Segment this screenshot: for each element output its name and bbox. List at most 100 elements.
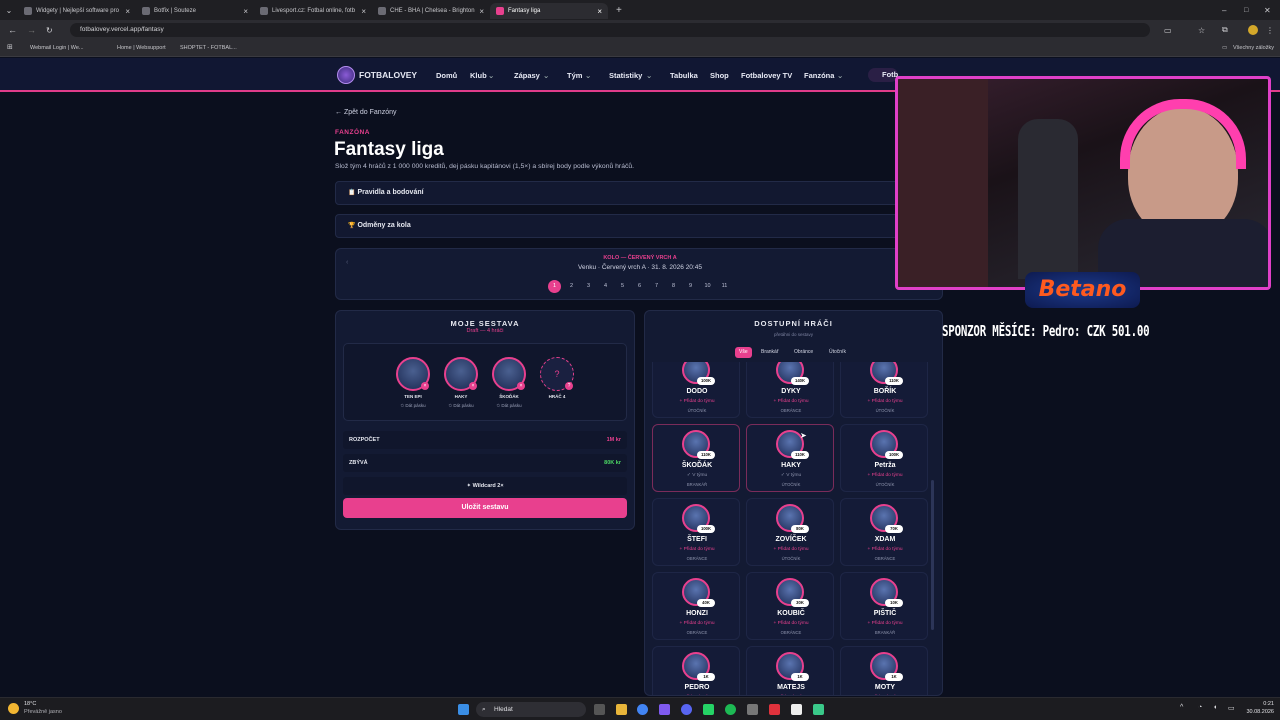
add-to-team-button[interactable]: + Přidat do týmu <box>747 621 835 626</box>
round-number[interactable]: 4 <box>599 280 612 293</box>
app-icon[interactable] <box>813 704 824 715</box>
player-card[interactable]: 80K ZOVÍČEK + Přidat do týmu ÚTOČNÍK <box>746 498 834 566</box>
app-icon[interactable] <box>747 704 758 715</box>
filter-tab[interactable]: Obránce <box>790 347 817 358</box>
weather-temp[interactable]: 18°C <box>24 701 36 707</box>
logo-icon[interactable] <box>337 66 355 84</box>
all-bookmarks[interactable]: Všechny záložky <box>1233 45 1274 51</box>
nav-item-fanzona[interactable]: Fanzóna <box>804 71 834 80</box>
round-number[interactable]: 11 <box>718 280 731 293</box>
player-card[interactable]: 70K XDAM + Přidat do týmu OBRÁNCE <box>840 498 928 566</box>
captain-button[interactable]: ✩ Dát pásku <box>393 403 433 409</box>
nav-item-zapasy[interactable]: Zápasy <box>514 71 540 80</box>
profile-icon[interactable] <box>1248 25 1258 35</box>
discord-icon[interactable] <box>681 704 692 715</box>
apps-icon[interactable]: ⊞ <box>7 43 13 51</box>
new-tab-button[interactable]: + <box>616 5 622 16</box>
nav-item-statistiky[interactable]: Statistiky <box>609 71 642 80</box>
back-icon[interactable]: ← <box>8 25 17 35</box>
add-to-team-button[interactable]: + Přidat do týmu <box>653 621 741 626</box>
close-icon[interactable]: × <box>597 7 602 16</box>
filter-tab[interactable]: Vše <box>735 347 752 358</box>
player-card[interactable]: 100K DODO + Přidat do týmu ÚTOČNÍK <box>652 362 740 418</box>
add-to-team-button[interactable]: + Přidat do týmu <box>841 473 929 478</box>
app-icon[interactable] <box>791 704 802 715</box>
bookmark-item[interactable]: Webmail Login | We... <box>30 45 84 51</box>
star-icon[interactable]: ☆ <box>1198 26 1205 35</box>
minimize-icon[interactable]: – <box>1222 6 1226 15</box>
player-card[interactable]: 100K ŠTEFI + Přidat do týmu OBRÁNCE <box>652 498 740 566</box>
player-card[interactable]: 30K KOUBIČ + Přidat do týmu OBRÁNCE <box>746 572 834 640</box>
nav-item-tv[interactable]: Fotbalovey TV <box>741 71 792 80</box>
browser-tab[interactable]: Botfix | Souteze × <box>136 3 254 19</box>
filter-tab[interactable]: Brankář <box>757 347 783 358</box>
nav-item-tym[interactable]: Tým <box>567 71 582 80</box>
round-number[interactable]: 9 <box>684 280 697 293</box>
close-icon[interactable]: × <box>361 7 366 16</box>
remove-icon[interactable]: × <box>421 382 429 390</box>
player-card[interactable]: 10K PIŠTIČ + Přidat do týmu BRANKÁŘ <box>840 572 928 640</box>
add-to-team-button[interactable]: + Přidat do týmu <box>747 547 835 552</box>
captain-button[interactable]: ✩ Dát pásku <box>441 403 481 409</box>
save-lineup-button[interactable]: Uložit sestavu <box>343 498 627 518</box>
browser-tab[interactable]: Widgety | Nejlepší software pro × <box>18 3 136 19</box>
captain-button[interactable]: ✩ Dát pásku <box>489 403 529 409</box>
add-to-team-button[interactable]: + Přidat do týmu <box>841 547 929 552</box>
chrome-icon[interactable] <box>637 704 648 715</box>
add-to-team-button[interactable]: + Přidat do týmu <box>747 399 835 404</box>
url-input[interactable]: fotbalovey.vercel.app/fantasy <box>70 23 1150 37</box>
tab-list-icon[interactable]: ⌄ <box>0 6 18 15</box>
player-card[interactable]: 100K Petrža + Přidat do týmu ÚTOČNÍK <box>840 424 928 492</box>
maximize-icon[interactable]: □ <box>1244 7 1248 14</box>
add-to-team-button[interactable]: + Přidat do týmu <box>841 621 929 626</box>
add-to-team-button[interactable]: + Přidat do týmu <box>841 399 929 404</box>
menu-icon[interactable]: ⋮ <box>1266 26 1274 35</box>
scrollbar[interactable] <box>931 480 934 630</box>
task-view-icon[interactable] <box>594 704 605 715</box>
wifi-icon[interactable]: ◔ <box>1198 704 1202 711</box>
weather-icon[interactable] <box>8 703 19 714</box>
spotify-icon[interactable] <box>725 704 736 715</box>
remove-icon[interactable]: × <box>469 382 477 390</box>
taskbar-search[interactable]: ⌕ Hledat <box>476 702 586 717</box>
close-icon[interactable]: × <box>125 7 130 16</box>
player-card[interactable]: 1KMATEJS+ Přidat do týmu <box>746 646 834 695</box>
remove-icon[interactable]: × <box>517 382 525 390</box>
browser-tab[interactable]: Livesport.cz: Fotbal online, fotb × <box>254 3 372 19</box>
player-card[interactable]: 1KPEDRO+ Přidat do týmu <box>652 646 740 695</box>
round-number[interactable]: 5 <box>616 280 629 293</box>
user-badge[interactable]: Fotbalovey <box>868 68 898 82</box>
slot-badge[interactable]: ? <box>565 382 573 390</box>
player-card[interactable]: 110K HAKY ✓ V týmu ÚTOČNÍK <box>746 424 834 492</box>
wildcard-button[interactable]: ✦ Wildcard 2× <box>343 477 627 495</box>
clock-time[interactable]: 0:21 <box>1244 701 1274 707</box>
round-number[interactable]: 7 <box>650 280 663 293</box>
browser-tab-active[interactable]: Fantasy liga × <box>490 3 608 19</box>
close-window-icon[interactable]: ✕ <box>1264 6 1271 15</box>
reload-icon[interactable]: ↻ <box>46 26 53 35</box>
player-card[interactable]: 140K DYKY + Přidat do týmu OBRÁNCE <box>746 362 834 418</box>
round-number[interactable]: 6 <box>633 280 646 293</box>
nav-item-klub[interactable]: Klub <box>470 71 487 80</box>
back-link[interactable]: ← Zpět do Fanzóny <box>335 109 396 116</box>
chevron-left-icon[interactable]: ‹ <box>346 259 348 266</box>
add-to-team-button[interactable]: + Přidat do týmu <box>653 547 741 552</box>
file-explorer-icon[interactable] <box>616 704 627 715</box>
bookmark-item[interactable]: Home | Websupport <box>117 45 166 51</box>
site-logo-text[interactable]: FOTBALOVEY <box>359 70 417 80</box>
round-number[interactable]: 10 <box>701 280 714 293</box>
app-icon[interactable] <box>769 704 780 715</box>
tray-chevron-icon[interactable]: ^ <box>1180 704 1183 711</box>
player-card[interactable]: 110K ŠKOĎÁK ✓ V týmu BRANKÁŘ <box>652 424 740 492</box>
bookmark-item[interactable]: SHOPTET - FOTBAL... <box>180 45 237 51</box>
close-icon[interactable]: × <box>243 7 248 16</box>
round-number[interactable]: 3 <box>582 280 595 293</box>
nav-item-shop[interactable]: Shop <box>710 71 729 80</box>
forward-icon[interactable]: → <box>27 25 36 35</box>
volume-icon[interactable]: ◖ <box>1213 704 1217 711</box>
round-number[interactable]: 2 <box>565 280 578 293</box>
filter-tab[interactable]: Útočník <box>825 347 850 358</box>
player-card[interactable]: 40K HONZI + Přidat do týmu OBRÁNCE <box>652 572 740 640</box>
nav-item-tabulka[interactable]: Tabulka <box>670 71 698 80</box>
close-icon[interactable]: × <box>479 7 484 16</box>
